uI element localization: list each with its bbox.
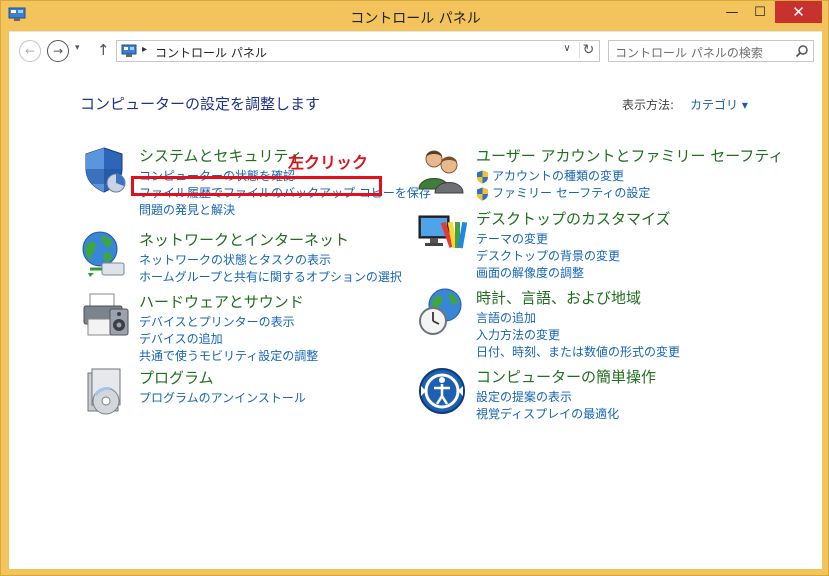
network-links: ネットワークの状態とタスクの表示 ホームグループと共有に関するオプションの選択: [139, 252, 402, 286]
link-find-fix-problems[interactable]: 問題の発見と解決: [139, 202, 431, 219]
category-title-clock[interactable]: 時計、言語、および地域: [476, 287, 641, 308]
link-change-input-method[interactable]: 入力方法の変更: [476, 327, 680, 344]
link-date-time-format[interactable]: 日付、時刻、または数値の形式の変更: [476, 344, 680, 361]
category-title-ease[interactable]: コンピューターの簡単操作: [476, 366, 656, 387]
printer-icon[interactable]: [80, 291, 130, 341]
security-shield-icon[interactable]: [80, 145, 130, 195]
programs-disc-icon[interactable]: [80, 367, 130, 417]
uac-shield-icon: [477, 187, 488, 200]
link-mobility-settings[interactable]: 共通で使うモビリティ設定の調整: [139, 348, 318, 365]
window-title: コントロール パネル: [350, 11, 481, 27]
link-change-account-type[interactable]: アカウントの種類の変更: [476, 168, 650, 185]
view-by-dropdown[interactable]: カテゴリ ▾: [690, 96, 748, 113]
category-title-programs[interactable]: プログラム: [139, 367, 214, 388]
search-input[interactable]: コントロール パネルの検索: [608, 40, 814, 62]
view-by-label: 表示方法:: [622, 98, 675, 112]
refresh-button[interactable]: ↻: [579, 42, 597, 58]
link-devices-printers[interactable]: デバイスとプリンターの表示: [139, 314, 318, 331]
users-icon[interactable]: [417, 145, 467, 195]
address-bar[interactable]: ▸ コントロール パネル ∨ ↻: [116, 40, 600, 62]
ease-of-access-icon[interactable]: [417, 366, 467, 416]
clock-globe-icon[interactable]: [417, 287, 467, 337]
hardware-links: デバイスとプリンターの表示 デバイスの追加 共通で使うモビリティ設定の調整: [139, 314, 318, 365]
network-globe-icon[interactable]: [80, 229, 130, 279]
link-uninstall-program[interactable]: プログラムのアンインストール: [139, 390, 306, 407]
annotation-left-click: 左クリック: [288, 153, 369, 172]
navigation-bar: ← → ▾ ↑ ▸ コントロール パネル ∨ ↻ コントロール パネルの検索: [9, 31, 822, 69]
control-panel-icon: [121, 44, 137, 57]
link-screen-resolution[interactable]: 画面の解像度の調整: [476, 265, 620, 282]
link-add-language[interactable]: 言語の追加: [476, 310, 680, 327]
search-icon[interactable]: [795, 44, 809, 58]
address-dropdown-button[interactable]: ∨: [559, 43, 575, 54]
link-change-account-type-label: アカウントの種類の変更: [492, 169, 625, 183]
link-homegroup-sharing[interactable]: ホームグループと共有に関するオプションの選択: [139, 269, 402, 286]
category-title-network[interactable]: ネットワークとインターネット: [139, 229, 349, 250]
page-title: コンピューターの設定を調整します: [80, 95, 321, 113]
link-network-status[interactable]: ネットワークの状態とタスクの表示: [139, 252, 402, 269]
maximize-button[interactable]: ☐: [747, 1, 773, 23]
link-suggested-settings[interactable]: 設定の提案の表示: [476, 389, 619, 406]
users-links: アカウントの種類の変更 ファミリー セーフティの設定: [476, 168, 650, 202]
close-button[interactable]: ✕: [775, 1, 822, 23]
programs-links: プログラムのアンインストール: [139, 390, 306, 407]
back-button[interactable]: ←: [19, 40, 41, 62]
link-family-safety-label: ファミリー セーフティの設定: [492, 186, 651, 200]
forward-button[interactable]: →: [47, 40, 69, 62]
category-title-hardware[interactable]: ハードウェアとサウンド: [139, 291, 304, 312]
search-placeholder: コントロール パネルの検索: [615, 46, 763, 60]
title-bar: コントロール パネル — ☐ ✕: [1, 1, 829, 31]
clock-links: 言語の追加 入力方法の変更 日付、時刻、または数値の形式の変更: [476, 310, 680, 361]
breadcrumb-separator-icon[interactable]: ▸: [142, 44, 147, 55]
category-title-users[interactable]: ユーザー アカウントとファミリー セーフティ: [476, 145, 783, 166]
category-title-system[interactable]: システムとセキュリティ: [139, 145, 303, 166]
breadcrumb-control-panel[interactable]: コントロール パネル: [155, 44, 267, 61]
highlight-frame: [131, 176, 382, 196]
link-change-theme[interactable]: テーマの変更: [476, 231, 620, 248]
link-family-safety[interactable]: ファミリー セーフティの設定: [476, 185, 650, 202]
monitor-palette-icon[interactable]: [417, 208, 467, 258]
category-title-appearance[interactable]: デスクトップのカスタマイズ: [476, 208, 671, 229]
uac-shield-icon: [477, 170, 488, 183]
ease-links: 設定の提案の表示 視覚ディスプレイの最適化: [476, 389, 619, 423]
link-add-device[interactable]: デバイスの追加: [139, 331, 318, 348]
control-panel-window: コントロール パネル — ☐ ✕ ← → ▾ ↑ ▸ コントロール パネル ∨ …: [0, 0, 829, 576]
recent-locations-button[interactable]: ▾: [75, 43, 80, 53]
link-optimize-display[interactable]: 視覚ディスプレイの最適化: [476, 406, 619, 423]
up-button[interactable]: ↑: [97, 41, 110, 59]
link-change-background[interactable]: デスクトップの背景の変更: [476, 248, 620, 265]
minimize-button[interactable]: —: [719, 1, 745, 23]
content-area: コンピューターの設定を調整します 表示方法: カテゴリ ▾ システムとセキュリテ…: [9, 69, 822, 569]
appearance-links: テーマの変更 デスクトップの背景の変更 画面の解像度の調整: [476, 231, 620, 282]
